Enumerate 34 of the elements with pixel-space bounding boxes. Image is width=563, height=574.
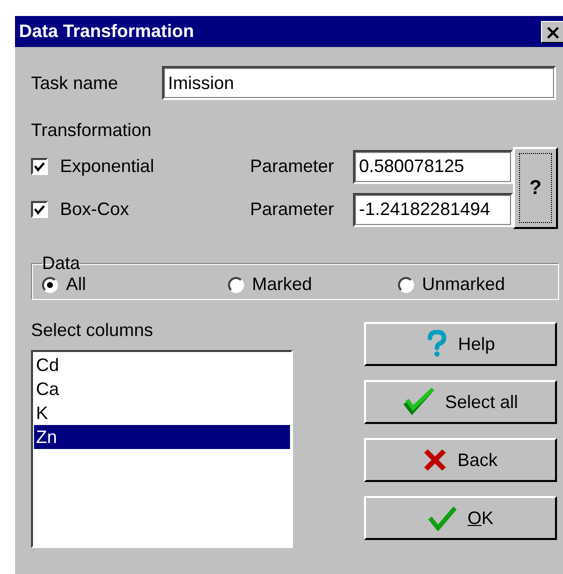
parameter-label: Parameter: [250, 156, 336, 177]
task-name-field[interactable]: Imission: [162, 66, 556, 100]
list-item[interactable]: Ca: [34, 377, 290, 401]
window-title: Data Transformation: [19, 21, 194, 42]
list-item[interactable]: Zn: [34, 425, 290, 449]
check-icon: [427, 505, 458, 531]
help-button[interactable]: Help: [364, 322, 557, 366]
double-check-icon: [402, 388, 435, 416]
checkbox[interactable]: [31, 158, 48, 175]
radio-button[interactable]: [42, 276, 58, 292]
group-label: Data: [42, 253, 80, 274]
transformation-label: Transformation: [31, 120, 152, 140]
close-button[interactable]: ×: [541, 20, 563, 42]
help-button[interactable]: ?: [513, 147, 558, 229]
parameter-field[interactable]: -1.24182281494: [353, 192, 513, 226]
checkbox-label: Exponential: [60, 156, 154, 177]
question-mark-icon: [426, 330, 448, 358]
back-button[interactable]: Back: [364, 438, 557, 482]
ok-button[interactable]: OK: [364, 496, 557, 540]
select-all-button[interactable]: Select all: [364, 380, 557, 424]
select-columns-label: Select columns: [31, 320, 154, 341]
radio-label: Marked: [252, 274, 312, 295]
list-item[interactable]: Cd: [34, 353, 290, 377]
checkbox-label: Box-Cox: [60, 199, 130, 220]
radio-label: All: [66, 274, 86, 295]
cross-icon: [423, 448, 448, 472]
parameter-label: Parameter: [250, 199, 336, 220]
list-item[interactable]: K: [34, 401, 290, 425]
radio-button[interactable]: [398, 276, 414, 292]
radio-label: Unmarked: [422, 274, 506, 295]
parameter-field[interactable]: 0.580078125: [353, 150, 513, 184]
checkbox[interactable]: [31, 201, 48, 218]
radio-button[interactable]: [228, 276, 244, 292]
task-name-label: Task name: [31, 72, 120, 94]
